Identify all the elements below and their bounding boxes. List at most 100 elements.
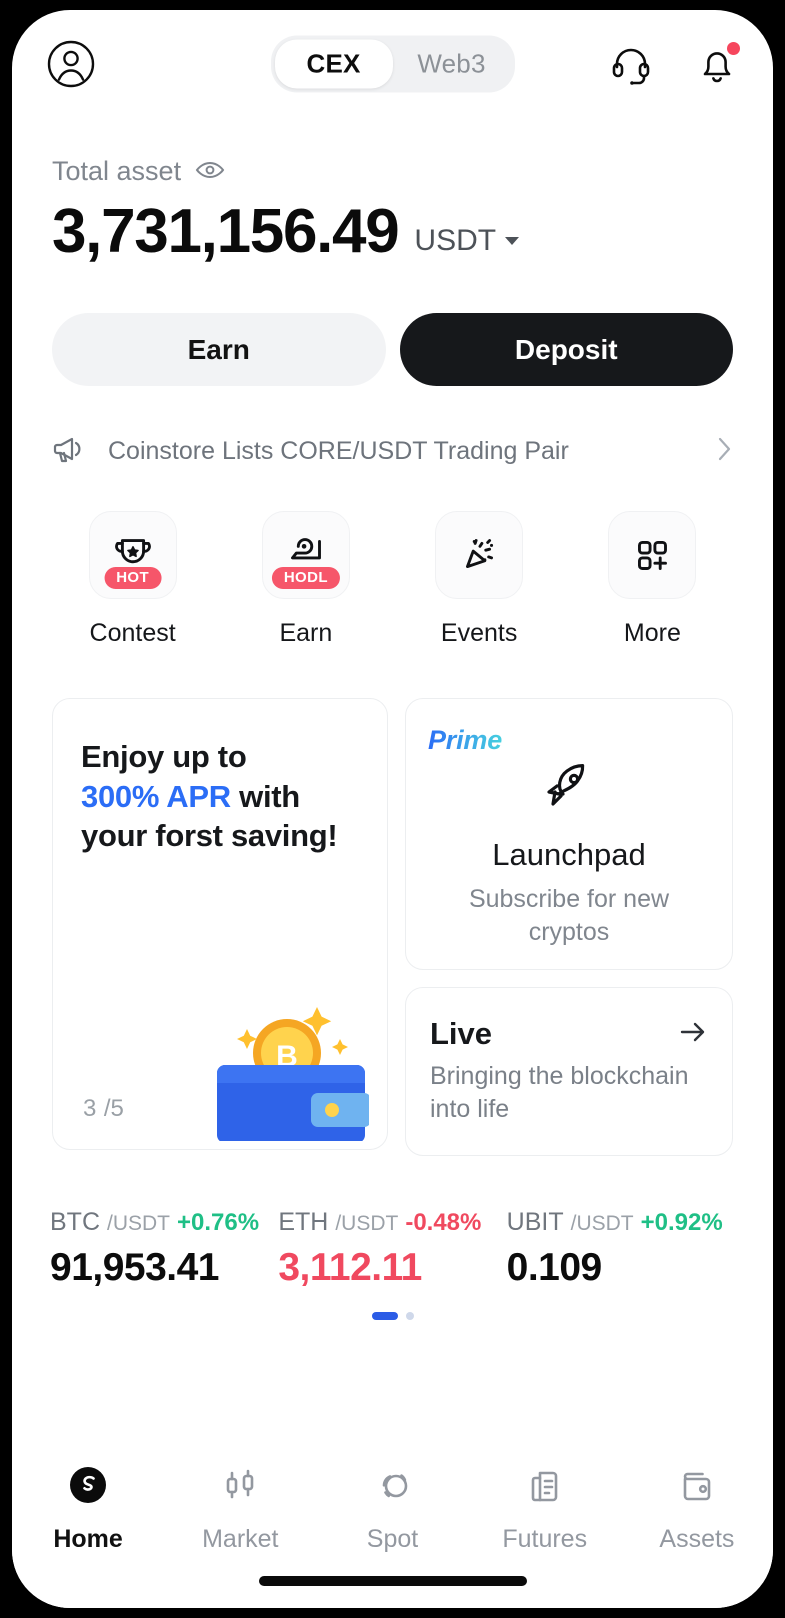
- quick-action-earn[interactable]: HODL Earn: [219, 511, 392, 648]
- quick-action-tile: HOT: [88, 511, 177, 599]
- live-card[interactable]: Live Bringing the blockchain into life: [405, 987, 733, 1156]
- nav-item-market[interactable]: Market: [164, 1462, 316, 1554]
- savings-promo-card[interactable]: Enjoy up to 300% APR with your forst sav…: [52, 698, 388, 1150]
- ticker-change: +0.76%: [177, 1208, 260, 1236]
- live-subtitle: Bringing the blockchain into life: [430, 1062, 689, 1124]
- quick-action-label: Earn: [279, 619, 333, 647]
- primary-actions: Earn Deposit: [12, 263, 773, 386]
- wallet-bitcoin-illustration: B: [199, 981, 371, 1143]
- pagination-dot-active[interactable]: [371, 1311, 398, 1320]
- notification-dot: [727, 42, 740, 55]
- quick-action-more[interactable]: More: [566, 511, 739, 648]
- balance-amount: 3,731,156.49: [52, 197, 400, 266]
- nav-item-spot[interactable]: Spot: [316, 1462, 468, 1554]
- spot-circles-icon: [370, 1462, 416, 1513]
- cex-web3-toggle[interactable]: CEX Web3: [270, 35, 515, 93]
- nav-item-futures[interactable]: Futures: [469, 1462, 621, 1554]
- announcement-text: Coinstore Lists CORE/USDT Trading Pair: [108, 437, 569, 465]
- quick-action-label: Contest: [89, 619, 176, 647]
- pagination-dot[interactable]: [405, 1311, 414, 1320]
- quick-action-tile: [608, 511, 697, 599]
- quick-action-events[interactable]: Events: [393, 511, 566, 648]
- ticker-row: BTC /USDT +0.76% 91,953.41 ETH /USDT -0.…: [12, 1156, 773, 1290]
- promo-line1: Enjoy up to: [81, 739, 247, 774]
- eye-icon[interactable]: [195, 156, 225, 187]
- live-card-header: Live: [430, 1016, 708, 1052]
- launchpad-title: Launchpad: [492, 837, 646, 872]
- ticker-btc[interactable]: BTC /USDT +0.76% 91,953.41: [50, 1208, 278, 1290]
- user-circle-icon[interactable]: [46, 39, 96, 89]
- total-asset-label-row: Total asset: [52, 156, 733, 187]
- nav-label: Spot: [366, 1525, 419, 1553]
- app-screen: CEX Web3 Total asset 3,731,156.49 USDT E…: [12, 10, 773, 1608]
- tab-web3[interactable]: Web3: [393, 40, 511, 89]
- headset-icon[interactable]: [609, 42, 653, 86]
- bell-icon[interactable]: [695, 42, 740, 86]
- app-header: CEX Web3: [12, 10, 773, 118]
- nav-label: Assets: [659, 1525, 735, 1553]
- balance-section: Total asset 3,731,156.49 USDT: [12, 118, 773, 263]
- wallet-icon: [674, 1462, 720, 1513]
- promo-counter-total: /5: [103, 1095, 124, 1122]
- promo-highlight: 300% APR: [81, 778, 231, 814]
- ticker-change: -0.48%: [405, 1208, 482, 1236]
- ticker-price: 3,112.11: [278, 1245, 422, 1289]
- ticker-base: ETH: [278, 1207, 329, 1236]
- prime-tag: Prime: [428, 725, 503, 755]
- chevron-right-icon[interactable]: [717, 436, 733, 467]
- ticker-header: ETH /USDT -0.48%: [278, 1208, 506, 1237]
- promo-heading: Enjoy up to 300% APR with your forst sav…: [81, 737, 359, 856]
- nav-label: Home: [53, 1525, 123, 1553]
- right-cards-column: Prime Launchpad Subscribe for new crypto…: [405, 698, 733, 1156]
- ticker-price: 0.109: [506, 1245, 603, 1289]
- phone-frame: CEX Web3 Total asset 3,731,156.49 USDT E…: [0, 0, 785, 1618]
- ticker-header: BTC /USDT +0.76%: [50, 1208, 278, 1237]
- arrow-right-icon[interactable]: [678, 1020, 708, 1049]
- megaphone-icon: [52, 434, 86, 469]
- ticker-change: +0.92%: [640, 1208, 723, 1236]
- live-title: Live: [430, 1016, 493, 1051]
- total-asset-label: Total asset: [52, 156, 182, 186]
- document-chart-icon: [522, 1462, 568, 1513]
- ticker-quote: /USDT: [570, 1211, 634, 1235]
- carousel-pagination[interactable]: [12, 1290, 773, 1320]
- ticker-price: 91,953.41: [50, 1245, 220, 1289]
- ticker-ubit[interactable]: UBIT /USDT +0.92% 0.109: [507, 1208, 735, 1290]
- badge-hot: HOT: [104, 567, 162, 589]
- promo-counter-current: 3: [83, 1095, 97, 1122]
- announcement-bar[interactable]: Coinstore Lists CORE/USDT Trading Pair: [12, 386, 773, 469]
- ticker-base: UBIT: [506, 1207, 564, 1236]
- ticker-header: UBIT /USDT +0.92%: [507, 1208, 735, 1237]
- rocket-icon: [539, 756, 599, 821]
- currency-label: USDT: [414, 224, 497, 257]
- currency-selector[interactable]: USDT: [414, 224, 520, 263]
- nav-item-assets[interactable]: Assets: [621, 1462, 773, 1554]
- promo-line3: your forst saving!: [81, 818, 338, 854]
- quick-action-contest[interactable]: HOT Contest: [46, 511, 219, 648]
- header-actions: [609, 42, 740, 86]
- quick-action-label: More: [623, 619, 681, 647]
- promo-counter: 3 /5: [83, 1092, 124, 1123]
- ticker-eth[interactable]: ETH /USDT -0.48% 3,112.11: [278, 1208, 506, 1290]
- tab-cex[interactable]: CEX: [274, 39, 393, 89]
- candlestick-icon: [217, 1462, 263, 1513]
- quick-action-label: Events: [440, 619, 518, 647]
- badge-hodl: HODL: [271, 567, 340, 589]
- quick-actions-row: HOT Contest HODL Earn Events More: [12, 469, 773, 648]
- coinstore-logo-icon: [65, 1462, 111, 1513]
- earn-button[interactable]: Earn: [52, 313, 386, 386]
- ticker-quote: /USDT: [335, 1211, 399, 1235]
- promo-line2-rest: with: [230, 778, 300, 814]
- nav-label: Futures: [502, 1525, 588, 1553]
- nav-item-home[interactable]: Home: [12, 1462, 164, 1554]
- home-indicator: [258, 1576, 527, 1586]
- launchpad-subtitle: Subscribe for new cryptos: [468, 885, 670, 946]
- ticker-quote: /USDT: [107, 1211, 170, 1235]
- ticker-base: BTC: [50, 1207, 100, 1236]
- deposit-button[interactable]: Deposit: [399, 313, 733, 386]
- launchpad-card[interactable]: Prime Launchpad Subscribe for new crypto…: [405, 698, 733, 970]
- quick-action-tile: [435, 511, 524, 599]
- quick-action-tile: HODL: [261, 511, 350, 599]
- promo-cards-section: Enjoy up to 300% APR with your forst sav…: [12, 648, 773, 1156]
- chevron-down-icon: [505, 237, 520, 245]
